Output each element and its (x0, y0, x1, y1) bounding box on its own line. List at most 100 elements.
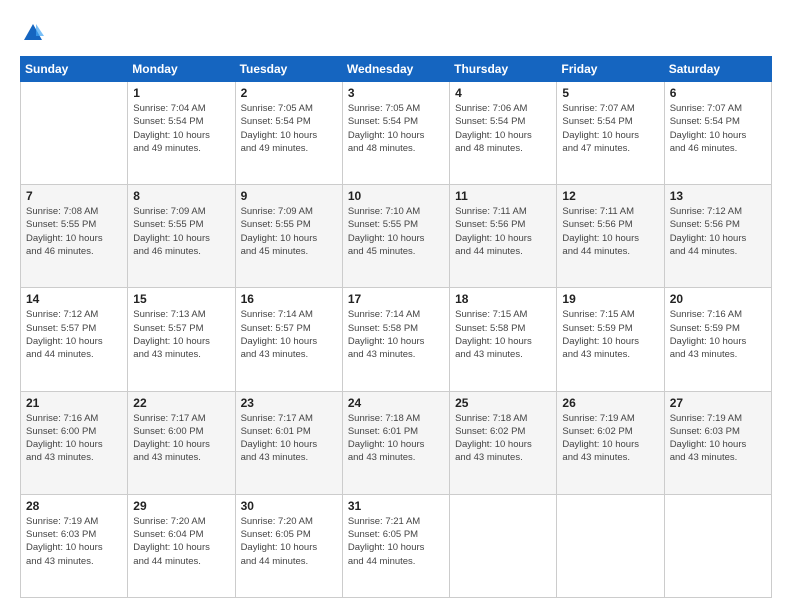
day-number: 14 (26, 292, 122, 306)
calendar-cell: 24Sunrise: 7:18 AM Sunset: 6:01 PM Dayli… (342, 391, 449, 494)
calendar-cell: 21Sunrise: 7:16 AM Sunset: 6:00 PM Dayli… (21, 391, 128, 494)
day-info: Sunrise: 7:12 AM Sunset: 5:57 PM Dayligh… (26, 308, 122, 361)
day-info: Sunrise: 7:11 AM Sunset: 5:56 PM Dayligh… (562, 205, 658, 258)
day-number: 28 (26, 499, 122, 513)
day-number: 8 (133, 189, 229, 203)
day-number: 1 (133, 86, 229, 100)
day-number: 11 (455, 189, 551, 203)
day-info: Sunrise: 7:18 AM Sunset: 6:01 PM Dayligh… (348, 412, 444, 465)
calendar-cell: 18Sunrise: 7:15 AM Sunset: 5:58 PM Dayli… (450, 288, 557, 391)
day-info: Sunrise: 7:04 AM Sunset: 5:54 PM Dayligh… (133, 102, 229, 155)
header (20, 18, 772, 46)
day-info: Sunrise: 7:19 AM Sunset: 6:03 PM Dayligh… (26, 515, 122, 568)
day-info: Sunrise: 7:05 AM Sunset: 5:54 PM Dayligh… (241, 102, 337, 155)
day-number: 19 (562, 292, 658, 306)
calendar-cell: 30Sunrise: 7:20 AM Sunset: 6:05 PM Dayli… (235, 494, 342, 597)
day-info: Sunrise: 7:12 AM Sunset: 5:56 PM Dayligh… (670, 205, 766, 258)
calendar-row-0: 1 Sunrise: 7:04 AM Sunset: 5:54 PM Daylig… (21, 82, 772, 185)
day-info: Sunrise: 7:09 AM Sunset: 5:55 PM Dayligh… (133, 205, 229, 258)
calendar-cell: 5 Sunrise: 7:07 AM Sunset: 5:54 PM Daylig… (557, 82, 664, 185)
day-info: Sunrise: 7:10 AM Sunset: 5:55 PM Dayligh… (348, 205, 444, 258)
calendar-weekday-monday: Monday (128, 57, 235, 82)
day-info: Sunrise: 7:21 AM Sunset: 6:05 PM Dayligh… (348, 515, 444, 568)
day-info: Sunrise: 7:07 AM Sunset: 5:54 PM Dayligh… (670, 102, 766, 155)
day-number: 9 (241, 189, 337, 203)
calendar-cell: 19 Sunrise: 7:15 AM Sunset: 5:59 PM Dayli… (557, 288, 664, 391)
day-info: Sunrise: 7:17 AM Sunset: 6:01 PM Dayligh… (241, 412, 337, 465)
day-number: 23 (241, 396, 337, 410)
calendar-cell: 13 Sunrise: 7:12 AM Sunset: 5:56 PM Dayli… (664, 185, 771, 288)
calendar-cell: 8 Sunrise: 7:09 AM Sunset: 5:55 PM Daylig… (128, 185, 235, 288)
day-number: 7 (26, 189, 122, 203)
day-info: Sunrise: 7:09 AM Sunset: 5:55 PM Dayligh… (241, 205, 337, 258)
calendar-weekday-friday: Friday (557, 57, 664, 82)
calendar-cell: 22 Sunrise: 7:17 AM Sunset: 6:00 PM Dayli… (128, 391, 235, 494)
day-number: 17 (348, 292, 444, 306)
day-info: Sunrise: 7:19 AM Sunset: 6:02 PM Dayligh… (562, 412, 658, 465)
day-number: 21 (26, 396, 122, 410)
day-number: 5 (562, 86, 658, 100)
calendar-weekday-sunday: Sunday (21, 57, 128, 82)
day-number: 12 (562, 189, 658, 203)
calendar-cell: 28 Sunrise: 7:19 AM Sunset: 6:03 PM Dayli… (21, 494, 128, 597)
day-number: 13 (670, 189, 766, 203)
day-info: Sunrise: 7:14 AM Sunset: 5:58 PM Dayligh… (348, 308, 444, 361)
calendar-cell: 17 Sunrise: 7:14 AM Sunset: 5:58 PM Dayli… (342, 288, 449, 391)
calendar-row-4: 28 Sunrise: 7:19 AM Sunset: 6:03 PM Dayli… (21, 494, 772, 597)
day-number: 6 (670, 86, 766, 100)
calendar-table: SundayMondayTuesdayWednesdayThursdayFrid… (20, 56, 772, 598)
day-info: Sunrise: 7:07 AM Sunset: 5:54 PM Dayligh… (562, 102, 658, 155)
calendar-cell: 27Sunrise: 7:19 AM Sunset: 6:03 PM Dayli… (664, 391, 771, 494)
calendar-cell: 7 Sunrise: 7:08 AM Sunset: 5:55 PM Daylig… (21, 185, 128, 288)
calendar-row-1: 7 Sunrise: 7:08 AM Sunset: 5:55 PM Daylig… (21, 185, 772, 288)
day-number: 16 (241, 292, 337, 306)
calendar-cell: 4 Sunrise: 7:06 AM Sunset: 5:54 PM Daylig… (450, 82, 557, 185)
day-number: 10 (348, 189, 444, 203)
day-info: Sunrise: 7:18 AM Sunset: 6:02 PM Dayligh… (455, 412, 551, 465)
day-number: 29 (133, 499, 229, 513)
day-info: Sunrise: 7:19 AM Sunset: 6:03 PM Dayligh… (670, 412, 766, 465)
day-info: Sunrise: 7:06 AM Sunset: 5:54 PM Dayligh… (455, 102, 551, 155)
day-number: 2 (241, 86, 337, 100)
day-number: 30 (241, 499, 337, 513)
day-number: 31 (348, 499, 444, 513)
calendar-cell: 11 Sunrise: 7:11 AM Sunset: 5:56 PM Dayli… (450, 185, 557, 288)
calendar-cell: 9 Sunrise: 7:09 AM Sunset: 5:55 PM Daylig… (235, 185, 342, 288)
calendar-weekday-tuesday: Tuesday (235, 57, 342, 82)
page: SundayMondayTuesdayWednesdayThursdayFrid… (0, 0, 792, 612)
calendar-cell: 14 Sunrise: 7:12 AM Sunset: 5:57 PM Dayli… (21, 288, 128, 391)
calendar-cell: 23 Sunrise: 7:17 AM Sunset: 6:01 PM Dayli… (235, 391, 342, 494)
logo-icon (22, 22, 44, 44)
calendar-weekday-saturday: Saturday (664, 57, 771, 82)
calendar-cell (21, 82, 128, 185)
calendar-cell: 25 Sunrise: 7:18 AM Sunset: 6:02 PM Dayli… (450, 391, 557, 494)
calendar-row-3: 21Sunrise: 7:16 AM Sunset: 6:00 PM Dayli… (21, 391, 772, 494)
calendar-cell: 3 Sunrise: 7:05 AM Sunset: 5:54 PM Daylig… (342, 82, 449, 185)
day-info: Sunrise: 7:17 AM Sunset: 6:00 PM Dayligh… (133, 412, 229, 465)
calendar-cell: 12 Sunrise: 7:11 AM Sunset: 5:56 PM Dayli… (557, 185, 664, 288)
day-info: Sunrise: 7:11 AM Sunset: 5:56 PM Dayligh… (455, 205, 551, 258)
day-info: Sunrise: 7:05 AM Sunset: 5:54 PM Dayligh… (348, 102, 444, 155)
day-info: Sunrise: 7:16 AM Sunset: 5:59 PM Dayligh… (670, 308, 766, 361)
calendar-cell: 6 Sunrise: 7:07 AM Sunset: 5:54 PM Daylig… (664, 82, 771, 185)
calendar-cell: 20 Sunrise: 7:16 AM Sunset: 5:59 PM Dayli… (664, 288, 771, 391)
day-info: Sunrise: 7:15 AM Sunset: 5:59 PM Dayligh… (562, 308, 658, 361)
calendar-cell: 29 Sunrise: 7:20 AM Sunset: 6:04 PM Dayli… (128, 494, 235, 597)
day-info: Sunrise: 7:20 AM Sunset: 6:04 PM Dayligh… (133, 515, 229, 568)
calendar-weekday-thursday: Thursday (450, 57, 557, 82)
day-number: 4 (455, 86, 551, 100)
calendar-cell: 10 Sunrise: 7:10 AM Sunset: 5:55 PM Dayli… (342, 185, 449, 288)
calendar-cell (450, 494, 557, 597)
day-number: 22 (133, 396, 229, 410)
day-number: 20 (670, 292, 766, 306)
day-info: Sunrise: 7:08 AM Sunset: 5:55 PM Dayligh… (26, 205, 122, 258)
calendar-header-row: SundayMondayTuesdayWednesdayThursdayFrid… (21, 57, 772, 82)
calendar-weekday-wednesday: Wednesday (342, 57, 449, 82)
calendar-cell: 26 Sunrise: 7:19 AM Sunset: 6:02 PM Dayli… (557, 391, 664, 494)
logo (20, 22, 44, 46)
day-number: 18 (455, 292, 551, 306)
day-info: Sunrise: 7:14 AM Sunset: 5:57 PM Dayligh… (241, 308, 337, 361)
day-number: 26 (562, 396, 658, 410)
day-number: 3 (348, 86, 444, 100)
day-number: 25 (455, 396, 551, 410)
